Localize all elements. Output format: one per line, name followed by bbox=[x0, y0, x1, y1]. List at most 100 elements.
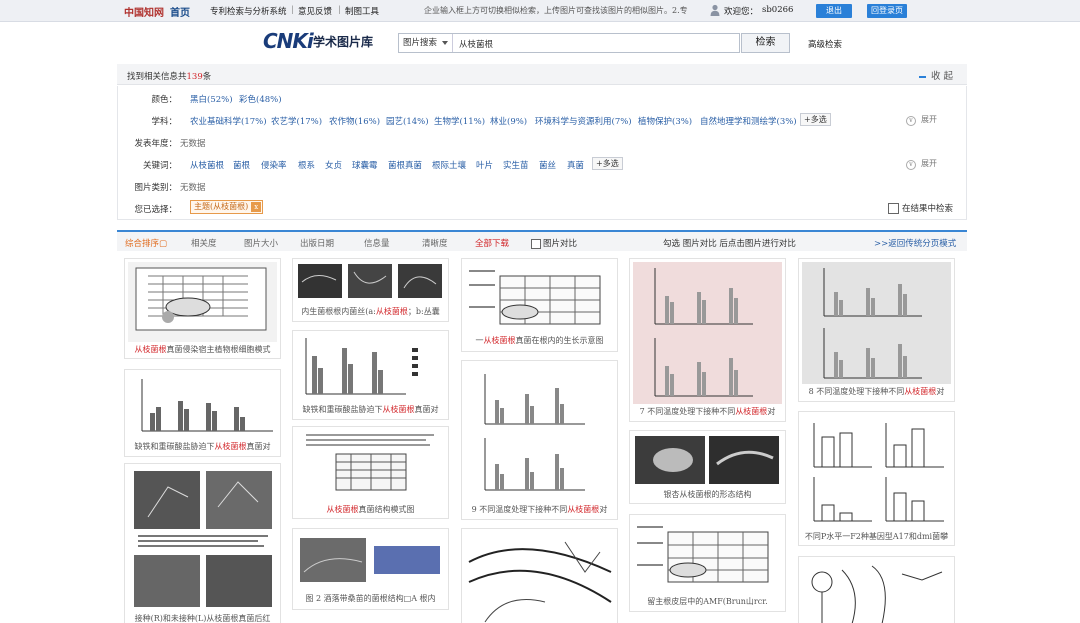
figure-thumbnail bbox=[296, 430, 445, 500]
filter-option[interactable]: 农艺学(17%) bbox=[271, 115, 322, 127]
filter-option[interactable]: 侵染率 bbox=[261, 159, 287, 171]
search-button[interactable]: 检索 bbox=[741, 33, 790, 53]
image-card[interactable]: 从枝菌根真菌侵染宿主植物根细胞模式 bbox=[124, 258, 281, 359]
chosen-tag[interactable]: 主题(从枝菌根) x bbox=[190, 200, 264, 214]
image-caption[interactable]: 从枝菌根真菌侵染宿主植物根细胞模式 bbox=[127, 344, 278, 355]
filter-row-chosen: 您已选择： 主题(从枝菌根) x 在结果中检索 bbox=[118, 198, 968, 218]
image-card[interactable]: 不同P水平一F2种基因型A17和dmi菌攀 bbox=[798, 411, 955, 546]
image-caption[interactable]: 7 不同温度处理下接种不同从枝菌根对 bbox=[632, 406, 783, 417]
sort-info[interactable]: 信息量 bbox=[364, 237, 390, 249]
cnki-logo[interactable]: 中国知网 首页 bbox=[124, 4, 190, 19]
image-caption[interactable]: 内生菌根根内菌丝(a:从枝菌根；b:丛囊 bbox=[295, 306, 446, 317]
expand-button[interactable]: v 展开 bbox=[906, 158, 937, 170]
image-card[interactable] bbox=[798, 556, 955, 623]
sort-relevance[interactable]: 相关度 bbox=[191, 237, 217, 249]
welcome-label: 欢迎您： bbox=[724, 7, 759, 17]
filter-option[interactable]: 生物学(11%) bbox=[434, 115, 485, 127]
image-caption[interactable]: 从枝菌根真菌结构模式图 bbox=[295, 504, 446, 515]
image-caption[interactable]: 接种(R)和未接种(L)从枝菌根真菌后红 bbox=[127, 613, 278, 623]
nav-chart-tool[interactable]: 制图工具 bbox=[345, 5, 379, 17]
advanced-search-link[interactable]: 高级检索 bbox=[808, 38, 842, 50]
filter-option[interactable]: 林业(9%) bbox=[490, 115, 527, 127]
filter-label: 发表年度： bbox=[134, 139, 177, 149]
filter-option[interactable]: 菌根真菌 bbox=[388, 159, 422, 171]
filter-label: 图片类别： bbox=[134, 183, 177, 193]
filter-option[interactable]: 根系 bbox=[298, 159, 315, 171]
filter-option[interactable]: 黑白(52%) bbox=[190, 93, 233, 105]
nav-patent[interactable]: 专利检索与分析系统 bbox=[210, 5, 287, 17]
image-card[interactable]: 接种(R)和未接种(L)从枝菌根真菌后红 bbox=[124, 463, 281, 623]
image-caption[interactable]: 银杏从枝菌根的形态结构 bbox=[632, 489, 783, 500]
image-caption[interactable]: 缺铁和重碳酸盐胁迫下从枝菌根真菌对 bbox=[295, 404, 446, 415]
image-card[interactable]: 从枝菌根真菌结构模式图 bbox=[292, 426, 449, 519]
image-card[interactable]: 缺铁和重碳酸盐胁迫下从枝菌根真菌对 bbox=[292, 330, 449, 420]
sort-date[interactable]: 出版日期 bbox=[300, 237, 334, 249]
image-card[interactable]: 银杏从枝菌根的形态结构 bbox=[629, 430, 786, 504]
close-icon[interactable]: x bbox=[251, 202, 262, 212]
image-card[interactable]: 内生菌根根内菌丝(a:从枝菌根；b:丛囊 bbox=[292, 258, 449, 322]
filter-panel: 颜色： 黑白(52%) 彩色(48%) 学科： 农业基础科学(17%) 农艺学(… bbox=[117, 86, 967, 220]
image-card[interactable]: 留主根皮层中的AMF(Brun山rcr. bbox=[629, 514, 786, 612]
image-card[interactable] bbox=[461, 528, 618, 623]
image-caption[interactable]: 缺铁和重碳酸盐胁迫下从枝菌根真菌对 bbox=[127, 441, 278, 452]
filter-row-keyword: 关键词： 从枝菌根 菌根 侵染率 根系 女贞 球囊霉 菌根真菌 根际土壤 叶片 … bbox=[118, 154, 968, 174]
search-within-results[interactable]: 在结果中检索 bbox=[888, 202, 953, 214]
result-count: 找到相关信息共139条 bbox=[127, 72, 212, 82]
logout-button[interactable]: 退出 bbox=[816, 4, 852, 18]
home-link[interactable]: 首页 bbox=[170, 8, 190, 19]
search-input[interactable] bbox=[459, 37, 729, 50]
image-card[interactable]: 一从枝菌根真菌在根内的生长示意图 bbox=[461, 258, 618, 352]
image-caption[interactable]: 图 2 酒落带桑苗的菌根结构□A 根内 bbox=[295, 593, 446, 604]
filter-option[interactable]: 农作物(16%) bbox=[329, 115, 380, 127]
nav-separator: | bbox=[291, 5, 294, 14]
filter-option[interactable]: 女贞 bbox=[325, 159, 342, 171]
figure-thumbnail bbox=[465, 364, 614, 500]
figure-thumbnail bbox=[802, 415, 951, 527]
sort-overall[interactable]: 综合排序▢ bbox=[125, 237, 167, 249]
image-card[interactable]: 8 不同温度处理下接种不同从枝菌根对 bbox=[798, 258, 955, 402]
expand-button[interactable]: v 展开 bbox=[906, 114, 937, 126]
filter-option[interactable]: 园艺(14%) bbox=[386, 115, 429, 127]
checkbox[interactable] bbox=[888, 203, 899, 214]
search-type-select[interactable]: 图片搜索 bbox=[399, 34, 453, 52]
filter-option[interactable]: 球囊霉 bbox=[352, 159, 378, 171]
filter-option[interactable]: 植物保护(3%) bbox=[638, 115, 692, 127]
sort-clarity[interactable]: 清晰度 bbox=[422, 237, 448, 249]
image-card[interactable]: 9 不同温度处理下接种不同从枝菌根对 bbox=[461, 360, 618, 520]
image-card[interactable]: 缺铁和重碳酸盐胁迫下从枝菌根真菌对 bbox=[124, 369, 281, 457]
search-box: 图片搜索 bbox=[398, 33, 740, 53]
collapse-button[interactable]: 收 起 bbox=[918, 68, 953, 82]
top-bar: 中国知网 首页 专利检索与分析系统 | 意见反馈 | 制图工具 企业输入框上方可切… bbox=[0, 0, 1080, 22]
filter-label: 您已选择： bbox=[134, 205, 177, 215]
filter-option[interactable]: 菌根 bbox=[233, 159, 250, 171]
filter-option[interactable]: 彩色(48%) bbox=[239, 93, 282, 105]
filter-option[interactable]: 菌丝 bbox=[539, 159, 556, 171]
filter-option[interactable]: 从枝菌根 bbox=[190, 159, 224, 171]
image-caption[interactable]: 9 不同温度处理下接种不同从枝菌根对 bbox=[464, 504, 615, 515]
multi-select-button[interactable]: +多选 bbox=[800, 113, 831, 126]
download-all-button[interactable]: 全部下载 bbox=[475, 237, 509, 249]
image-caption[interactable]: 一从枝菌根真菌在根内的生长示意图 bbox=[464, 335, 615, 346]
image-card[interactable]: 7 不同温度处理下接种不同从枝菌根对 bbox=[629, 258, 786, 422]
image-compare-checkbox[interactable]: 图片对比 bbox=[531, 237, 577, 249]
image-card[interactable]: 图 2 酒落带桑苗的菌根结构□A 根内 bbox=[292, 528, 449, 610]
checkbox[interactable] bbox=[531, 238, 541, 249]
classic-mode-link[interactable]: >>返回传统分页模式 bbox=[874, 237, 956, 249]
filter-option[interactable]: 叶片 bbox=[476, 159, 493, 171]
nav-feedback[interactable]: 意见反馈 bbox=[298, 5, 332, 17]
compare-hint: 勾选 图片对比 后点击图片进行对比 bbox=[663, 239, 796, 249]
filter-option[interactable]: 实生苗 bbox=[503, 159, 529, 171]
multi-select-button[interactable]: +多选 bbox=[592, 157, 623, 170]
back-login-button[interactable]: 回登录页 bbox=[867, 4, 907, 18]
filter-option[interactable]: 农业基础科学(17%) bbox=[190, 115, 267, 127]
image-caption[interactable]: 不同P水平一F2种基因型A17和dmi菌攀 bbox=[801, 531, 952, 542]
filter-option[interactable]: 自然地理学和测绘学(3%) bbox=[700, 115, 797, 127]
filter-option[interactable]: 根际土壤 bbox=[432, 159, 466, 171]
sort-size[interactable]: 图片大小 bbox=[244, 237, 278, 249]
chevron-down-icon: v bbox=[906, 160, 916, 170]
filter-option[interactable]: 真菌 bbox=[567, 159, 584, 171]
image-caption[interactable]: 留主根皮层中的AMF(Brun山rcr. bbox=[632, 596, 783, 607]
filter-option[interactable]: 环境科学与资源利用(7%) bbox=[535, 115, 632, 127]
figure-thumbnail bbox=[465, 262, 614, 332]
image-caption[interactable]: 8 不同温度处理下接种不同从枝菌根对 bbox=[801, 386, 952, 397]
